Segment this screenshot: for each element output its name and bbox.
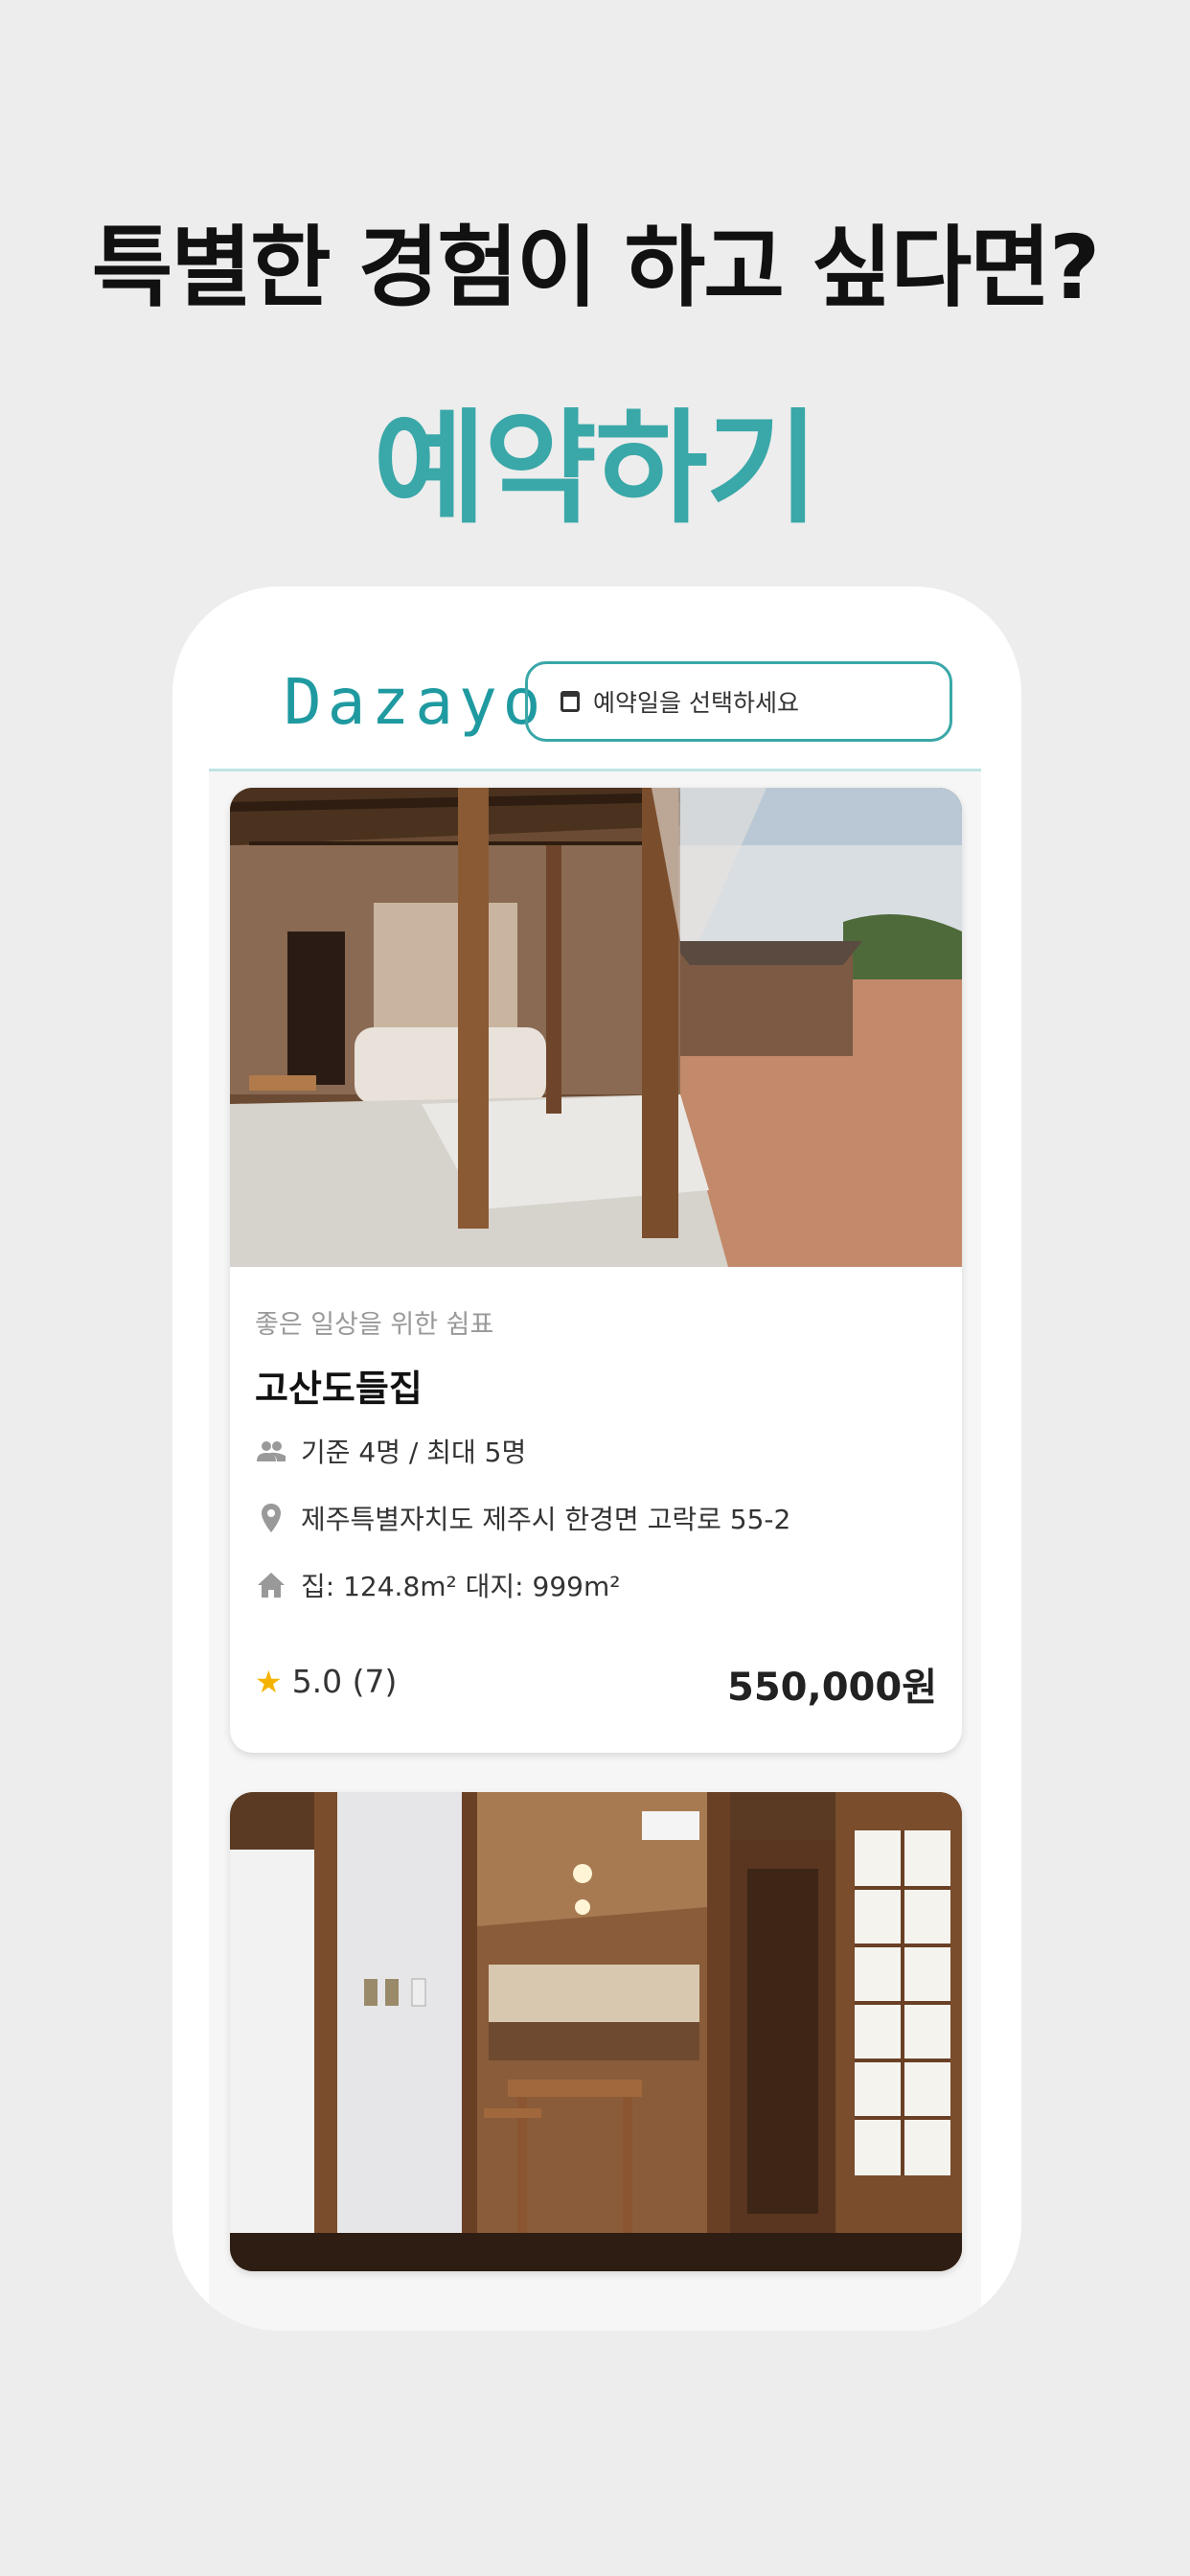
listing-capacity-text: 기준 4명 / 최대 5명 <box>301 1437 527 1468</box>
listing-name: 고산도들집 <box>255 1368 423 1410</box>
promo-headline: 특별한 경험이 하고 싶다면? <box>91 217 1101 319</box>
listing-card[interactable] <box>230 1792 962 2271</box>
listing-details: 좋은 일상을 위한 쉼표 고산도들집 기준 4명 / 최대 5명 제주특별자치도… <box>230 1267 962 1753</box>
people-icon <box>255 1435 287 1467</box>
app-logo: Dazayo <box>284 665 547 739</box>
listing-photo <box>230 1792 962 2271</box>
promo-subheadline: 예약하기 <box>373 398 818 540</box>
listing-photo <box>230 788 962 1267</box>
date-picker-placeholder: 예약일을 선택하세요 <box>593 689 799 717</box>
listing-card[interactable]: 좋은 일상을 위한 쉼표 고산도들집 기준 4명 / 최대 5명 제주특별자치도… <box>230 788 962 1753</box>
listing-tagline: 좋은 일상을 위한 쉼표 <box>255 1310 494 1340</box>
listing-address-text: 제주특별자치도 제주시 한경면 고락로 55-2 <box>301 1504 791 1535</box>
listing-list: 좋은 일상을 위한 쉼표 고산도들집 기준 4명 / 최대 5명 제주특별자치도… <box>209 771 981 2331</box>
location-pin-icon <box>255 1502 287 1534</box>
calendar-icon <box>561 691 580 712</box>
app-header: Dazayo 예약일을 선택하세요 <box>209 586 981 771</box>
listing-rating-text: 5.0 (7) <box>291 1663 398 1700</box>
date-picker-button[interactable]: 예약일을 선택하세요 <box>525 661 952 742</box>
house-icon <box>255 1569 287 1601</box>
listing-price: 550,000원 <box>727 1666 937 1710</box>
listing-address: 제주특별자치도 제주시 한경면 고락로 55-2 <box>255 1499 790 1537</box>
listing-capacity: 기준 4명 / 최대 5명 <box>255 1432 526 1470</box>
phone-mockup: Dazayo 예약일을 선택하세요 좋은 일상을 위한 쉼표 고산도들집 기준 … <box>172 586 1021 2331</box>
listing-size-text: 집: 124.8m² 대지: 999m² <box>301 1571 621 1602</box>
star-icon: ★ <box>255 1663 283 1700</box>
listing-rating: ★ 5.0 (7) <box>255 1663 397 1700</box>
listing-size: 집: 124.8m² 대지: 999m² <box>255 1566 620 1604</box>
